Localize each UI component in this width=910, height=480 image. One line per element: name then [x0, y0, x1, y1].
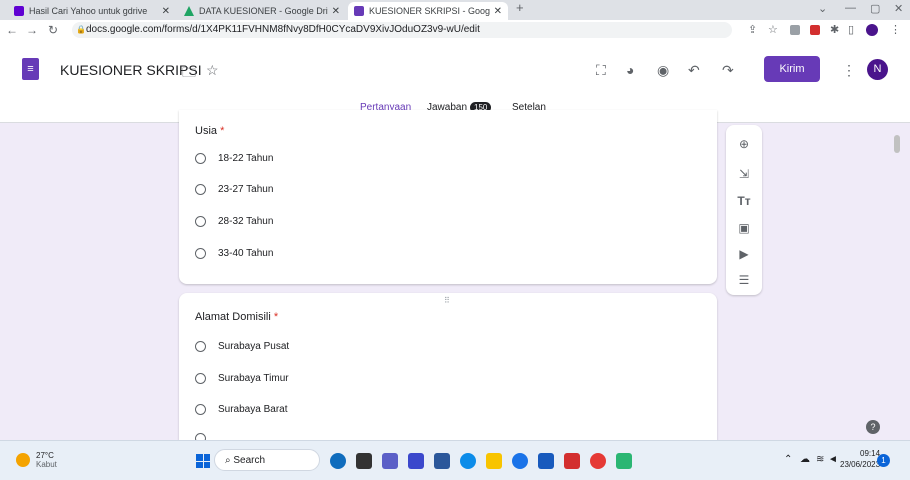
teams-chat-icon[interactable]	[382, 453, 398, 469]
address-bar-row: ← → ↻ 🔒 docs.google.com/forms/d/1X4PK11F…	[0, 20, 910, 40]
move-to-folder-icon[interactable]: 🗀	[182, 62, 196, 86]
restore-icon[interactable]: ▢	[870, 2, 880, 15]
bing-icon[interactable]	[330, 453, 346, 469]
close-tab-icon[interactable]: ✕	[162, 6, 170, 17]
yahoo-icon	[14, 6, 24, 16]
add-section-icon[interactable]: ☰	[735, 271, 753, 289]
question-card-age[interactable]: Usia * 18-22 Tahun 23-27 Tahun 28-32 Tah…	[179, 110, 717, 284]
close-tab-icon[interactable]: ✕	[332, 6, 340, 17]
app-icon[interactable]	[408, 453, 424, 469]
word-icon[interactable]	[538, 453, 554, 469]
add-question-icon[interactable]: ⊕	[735, 135, 753, 153]
google-forms-icon	[354, 6, 364, 16]
extension-icon[interactable]	[790, 25, 800, 35]
extensions-puzzle-icon[interactable]: ✱	[830, 23, 839, 36]
taskbar-search[interactable]: ⌕ Search	[214, 449, 320, 471]
radio-option[interactable]: Surabaya Pusat	[195, 341, 289, 352]
radio-button[interactable]	[195, 373, 206, 384]
radio-option[interactable]: Surabaya Timur	[195, 373, 289, 384]
import-questions-icon[interactable]: ⇲	[735, 165, 753, 183]
onedrive-icon[interactable]: ☁	[800, 454, 810, 465]
customize-theme-icon[interactable]: ◕	[626, 62, 634, 78]
forms-logo-icon[interactable]: ≡	[22, 58, 39, 80]
profile-icon[interactable]	[866, 24, 878, 36]
chrome-icon[interactable]	[512, 453, 528, 469]
add-video-icon[interactable]: ▶	[735, 245, 753, 263]
radio-option[interactable]: 28-32 Tahun	[195, 216, 273, 227]
lock-icon: 🔒	[76, 25, 86, 34]
radio-option[interactable]: 33-40 Tahun	[195, 248, 273, 259]
side-panel-icon[interactable]: ▯	[848, 23, 854, 36]
radio-button[interactable]	[195, 184, 206, 195]
file-explorer-icon[interactable]	[486, 453, 502, 469]
acrobat-icon[interactable]	[564, 453, 580, 469]
avatar[interactable]: N	[867, 59, 888, 80]
help-icon[interactable]: ?	[866, 420, 880, 434]
radio-button[interactable]	[195, 248, 206, 259]
radio-button[interactable]	[195, 216, 206, 227]
question-toolbar: ⊕ ⇲ Tт ▣ ▶ ☰	[726, 125, 762, 295]
notification-badge[interactable]: 1	[877, 454, 890, 467]
bookmark-star-icon[interactable]: ☆	[768, 23, 778, 36]
tab-search-icon[interactable]: ⌄	[818, 2, 827, 15]
forward-icon[interactable]: →	[26, 23, 38, 37]
add-ons-icon[interactable]: ⛶	[596, 62, 606, 79]
back-icon[interactable]: ←	[6, 23, 18, 37]
drag-handle-icon[interactable]: ⠿	[444, 296, 451, 305]
edge-icon[interactable]	[460, 453, 476, 469]
task-view-icon[interactable]	[356, 453, 372, 469]
close-window-icon[interactable]: ✕	[894, 2, 903, 15]
chrome-profile-icon[interactable]	[590, 453, 606, 469]
taskbar-clock[interactable]: 09:14 23/06/2023	[840, 448, 880, 470]
weather-widget[interactable]: 27°C Kabut	[16, 451, 57, 469]
scrollbar-thumb[interactable]	[894, 135, 900, 153]
extension-red-icon[interactable]	[810, 25, 820, 35]
windows-taskbar: 27°C Kabut ⌕ Search ⌃ ☁ ≋ ◄ 09:14 23/06/…	[0, 440, 910, 480]
show-hidden-icons-icon[interactable]: ⌃	[784, 454, 792, 465]
radio-button[interactable]	[195, 153, 206, 164]
question-card-address[interactable]: ⠿ Alamat Domisili * Surabaya Pusat Surab…	[179, 293, 717, 444]
share-icon[interactable]: ⇪	[748, 23, 757, 36]
add-image-icon[interactable]: ▣	[735, 219, 753, 237]
radio-button[interactable]	[195, 341, 206, 352]
radio-option[interactable]: 18-22 Tahun	[195, 153, 273, 164]
browser-tab-bar: Hasil Cari Yahoo untuk gdrive ✕ DATA KUE…	[0, 0, 910, 20]
radio-button[interactable]	[195, 404, 206, 415]
reload-icon[interactable]: ↻	[48, 23, 58, 37]
form-title[interactable]: KUESIONER SKRIPSI	[60, 62, 202, 78]
star-icon[interactable]: ☆	[206, 62, 219, 79]
windows-start-icon[interactable]	[196, 454, 210, 468]
browser-tab-drive[interactable]: DATA KUESIONER - Google Drive ✕	[178, 2, 346, 20]
radio-option[interactable]: 23-27 Tahun	[195, 184, 273, 195]
minimize-icon[interactable]: —	[845, 2, 856, 14]
app-icon[interactable]	[616, 453, 632, 469]
add-title-icon[interactable]: Tт	[735, 192, 753, 210]
redo-icon[interactable]: ↷	[722, 62, 734, 79]
browser-tab-yahoo[interactable]: Hasil Cari Yahoo untuk gdrive ✕	[8, 2, 176, 20]
more-options-icon[interactable]: ⋮	[842, 62, 856, 79]
preview-eye-icon[interactable]: ◉	[657, 62, 669, 79]
store-icon[interactable]	[434, 453, 450, 469]
radio-option[interactable]: Surabaya Barat	[195, 404, 288, 415]
browser-tab-forms[interactable]: KUESIONER SKRIPSI - Google Fo ✕	[348, 2, 508, 20]
close-tab-icon[interactable]: ✕	[494, 6, 502, 17]
new-tab-button[interactable]: +	[516, 0, 524, 15]
browser-menu-icon[interactable]: ⋮	[890, 23, 901, 36]
undo-icon[interactable]: ↶	[688, 62, 700, 79]
weather-sun-icon	[16, 453, 30, 467]
volume-icon[interactable]: ◄	[828, 454, 838, 465]
url-field[interactable]: 🔒 docs.google.com/forms/d/1X4PK11FVHNM8f…	[72, 22, 732, 38]
wifi-icon[interactable]: ≋	[816, 454, 824, 465]
google-drive-icon	[184, 6, 194, 16]
question-title: Usia *	[195, 125, 225, 137]
send-button[interactable]: Kirim	[764, 56, 820, 82]
question-title: Alamat Domisili *	[195, 311, 279, 323]
